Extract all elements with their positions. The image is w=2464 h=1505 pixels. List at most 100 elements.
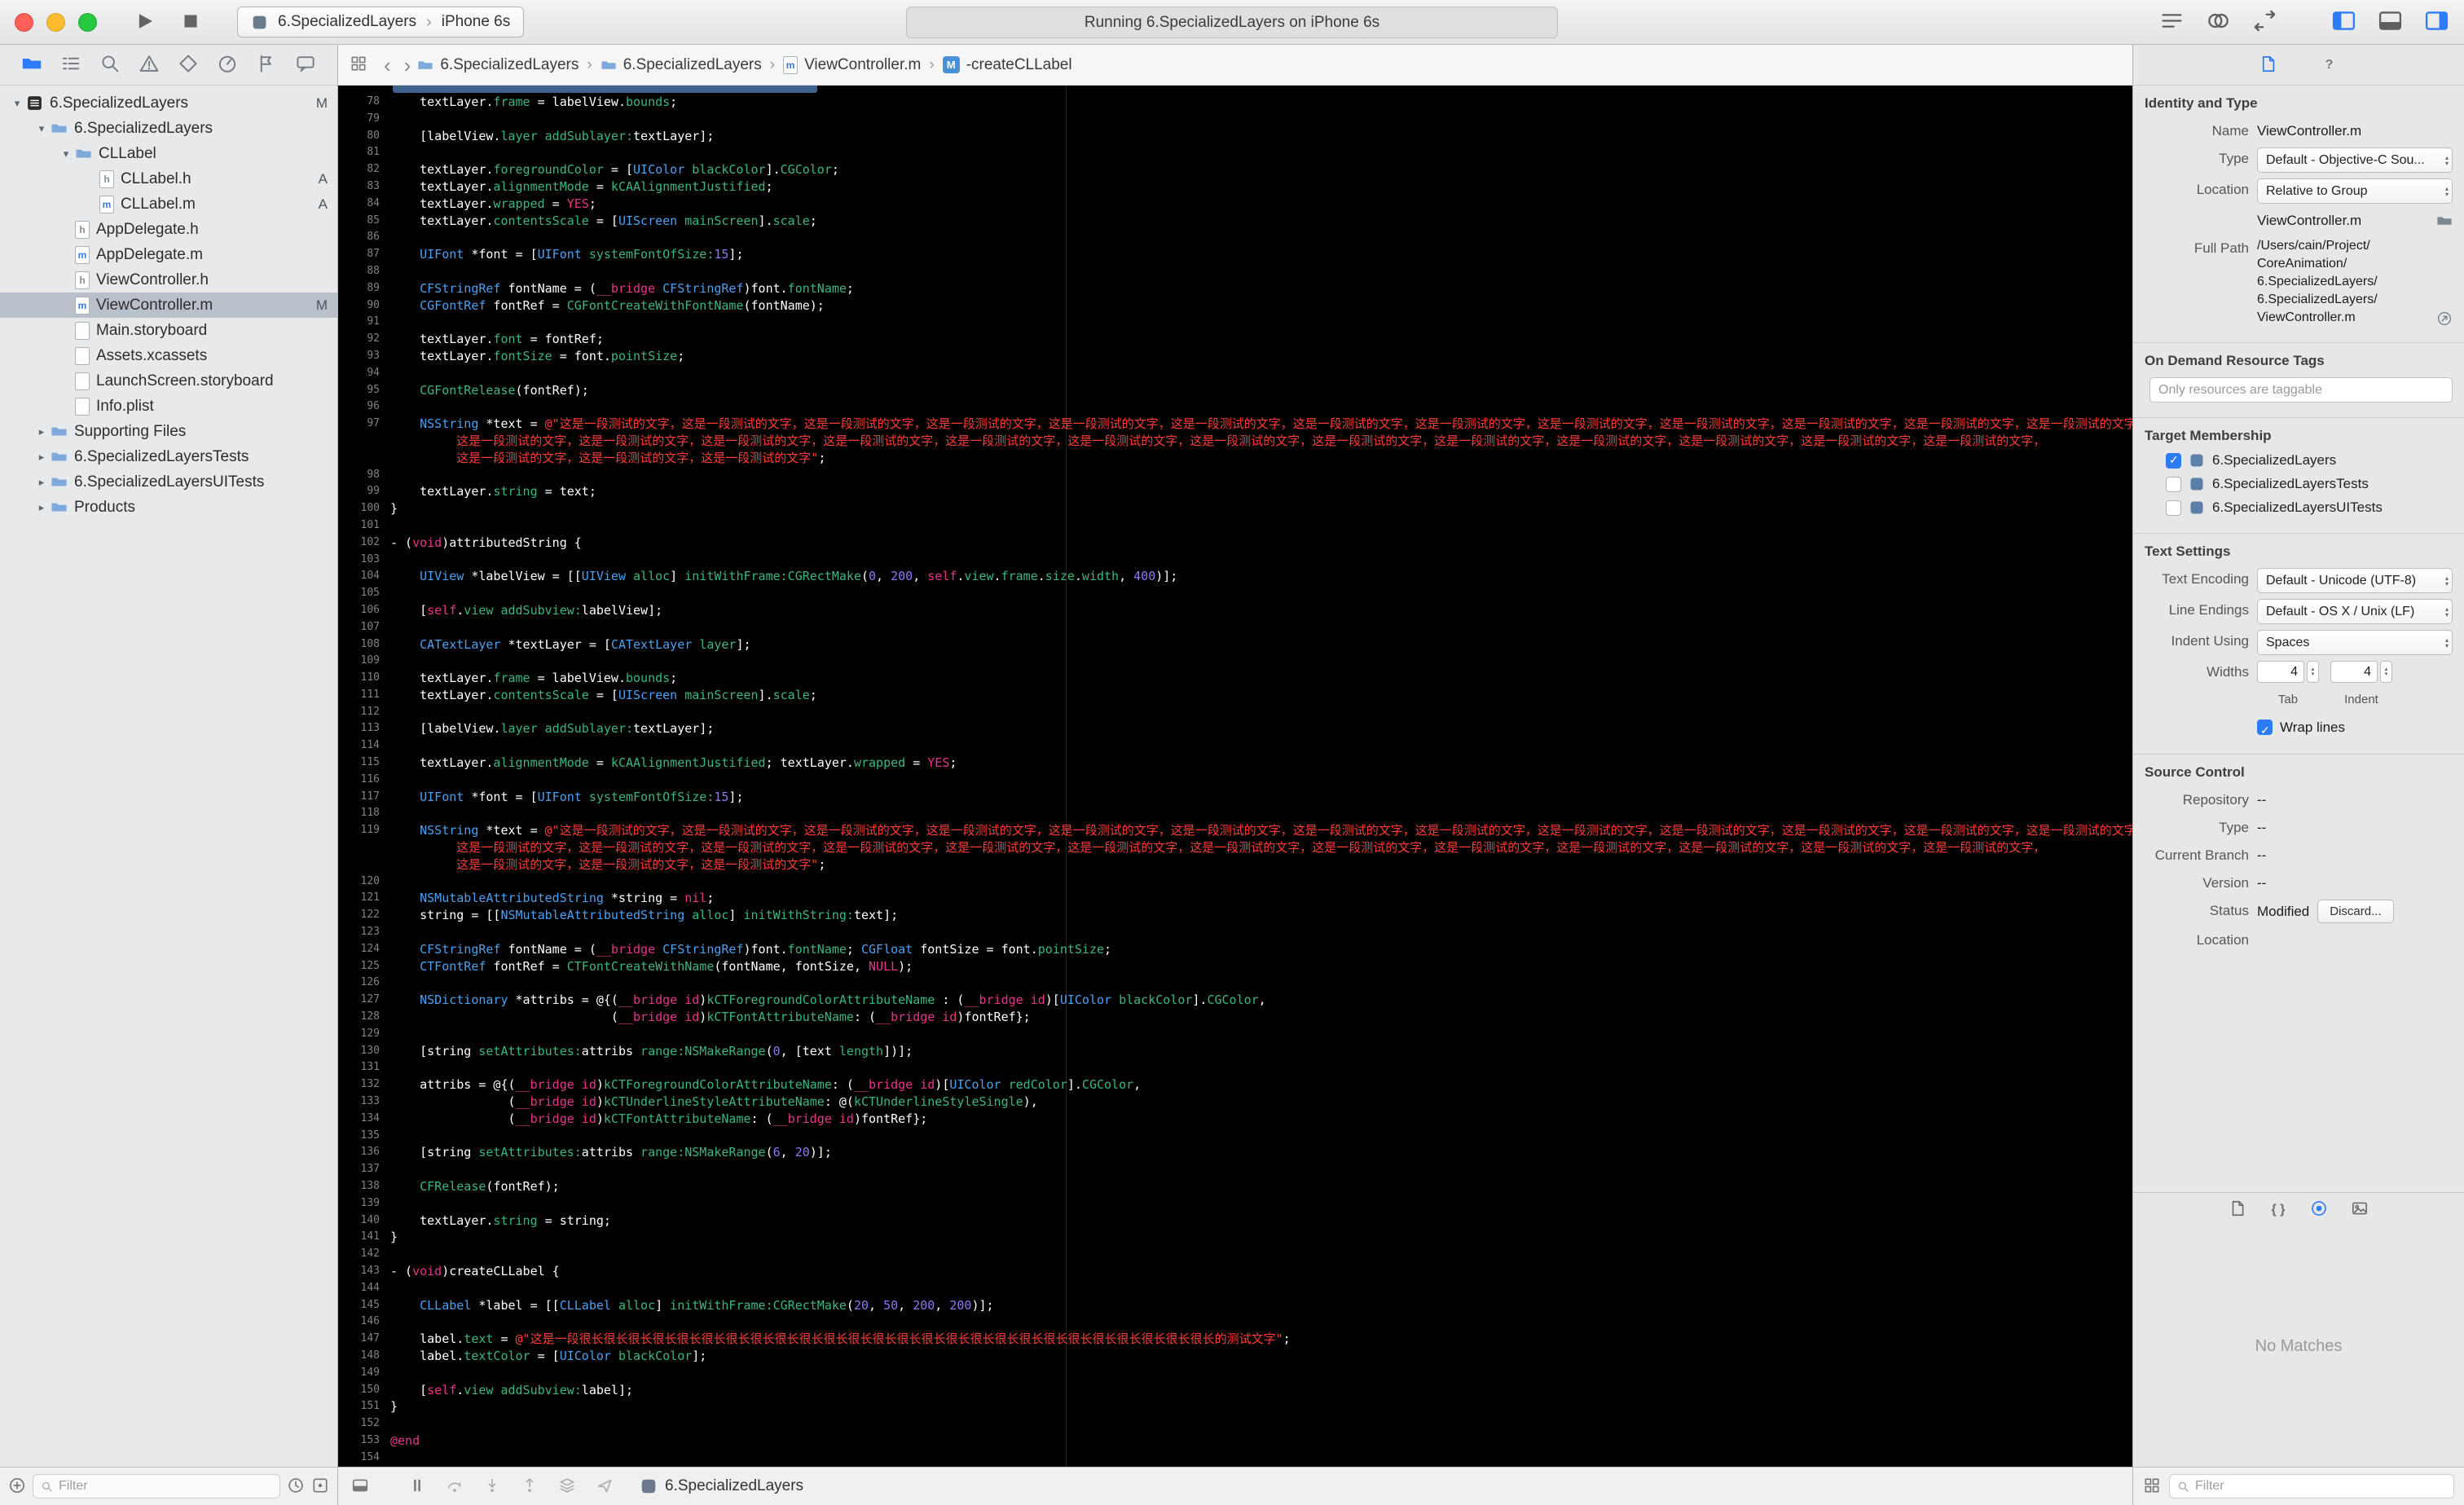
tree-item-viewcontroller-h[interactable]: h ViewController.h — [0, 267, 337, 293]
code-line[interactable]: 109 — [338, 653, 2132, 670]
odr-tags-field[interactable]: Only resources are taggable — [2149, 377, 2453, 403]
tree-item-viewcontroller-m[interactable]: m ViewController.m M — [0, 293, 337, 318]
toggle-debug-area-button[interactable] — [2378, 8, 2403, 36]
code-line[interactable]: 99 textLayer.string = text; — [338, 483, 2132, 500]
code-line[interactable]: 这是一段测试的文字，这是一段测试的文字，这是一段测试的文字"; — [338, 856, 2132, 874]
tree-item-cllabel[interactable]: ▾ CLLabel — [0, 141, 337, 166]
code-line[interactable]: 126 — [338, 975, 2132, 992]
code-line[interactable]: 78 textLayer.frame = labelView.bounds; — [338, 94, 2132, 111]
disclosure-triangle-icon[interactable]: ▾ — [8, 97, 26, 110]
code-line[interactable]: 132 attribs = @{(__bridge id)kCTForegroun… — [338, 1076, 2132, 1094]
code-line[interactable]: 123 — [338, 924, 2132, 941]
code-line[interactable]: 154 — [338, 1450, 2132, 1467]
disclosure-triangle-icon[interactable]: ▸ — [33, 501, 51, 514]
code-line[interactable]: 104 UIView *labelView = [[UIView alloc] i… — [338, 568, 2132, 585]
code-line[interactable]: 138 CFRelease(fontRef); — [338, 1178, 2132, 1195]
zoom-button[interactable] — [78, 12, 97, 32]
run-button[interactable] — [134, 11, 156, 34]
code-line[interactable]: 136 [string setAttributes:attribs range:N… — [338, 1144, 2132, 1161]
code-line[interactable]: 这是一段测试的文字，这是一段测试的文字，这是一段测试的文字，这是一段测试的文字，… — [338, 433, 2132, 450]
indent-width-field[interactable]: 4 — [2330, 661, 2378, 683]
code-line[interactable]: 105 — [338, 585, 2132, 602]
tree-item-info-plist[interactable]: Info.plist — [0, 394, 337, 419]
disclosure-triangle-icon[interactable]: ▾ — [33, 122, 51, 135]
code-line[interactable]: 97 NSString *text = @"这是一段测试的文字，这是一段测试的文字… — [338, 416, 2132, 433]
tab-width-stepper[interactable]: ▴ ▾ — [2307, 661, 2319, 683]
code-line[interactable]: 150 [self.view addSubview:label]; — [338, 1382, 2132, 1399]
test-navigator[interactable] — [178, 53, 199, 77]
code-line[interactable]: 139 — [338, 1195, 2132, 1212]
code-line[interactable]: 111 textLayer.contentsScale = [UIScreen m… — [338, 687, 2132, 704]
step-out-button[interactable] — [521, 1476, 539, 1497]
target-checkbox[interactable] — [2166, 452, 2181, 469]
code-line[interactable]: 90 CGFontRef fontRef = CGFontCreateWithFo… — [338, 297, 2132, 315]
code-line[interactable]: 140 textLayer.string = string; — [338, 1212, 2132, 1230]
tab-width-field[interactable]: 4 — [2257, 661, 2304, 683]
disclosure-triangle-icon[interactable]: ▸ — [33, 476, 51, 489]
tree-item-appdelegate-m[interactable]: m AppDelegate.m — [0, 242, 337, 267]
tree-item-main-storyboard[interactable]: Main.storyboard — [0, 318, 337, 343]
code-line[interactable]: 91 — [338, 314, 2132, 331]
code-line[interactable]: 88 — [338, 263, 2132, 280]
version-editor-button[interactable] — [2252, 8, 2277, 36]
minimize-button[interactable] — [46, 12, 65, 32]
code-line[interactable]: 114 — [338, 737, 2132, 755]
close-button[interactable] — [15, 12, 33, 32]
tree-item-6-specializedlayerstests[interactable]: ▸ 6.SpecializedLayersTests — [0, 444, 337, 469]
related-items-button[interactable] — [350, 55, 367, 75]
name-field[interactable]: ViewController.m — [2257, 120, 2453, 142]
tree-item-cllabel-h[interactable]: h CLLabel.h A — [0, 166, 337, 191]
code-line[interactable]: 141} — [338, 1229, 2132, 1246]
code-line[interactable]: 128 (__bridge id)kCTFontAttributeName: (_… — [338, 1009, 2132, 1026]
code-line[interactable]: 113 [labelView.layer addSublayer:textLaye… — [338, 720, 2132, 737]
go-back-button[interactable]: ‹ — [384, 55, 391, 76]
code-line[interactable]: 92 textLayer.font = fontRef; — [338, 331, 2132, 348]
code-line[interactable]: 80 [labelView.layer addSublayer:textLayer… — [338, 128, 2132, 145]
encoding-popup[interactable]: Default - Unicode (UTF-8) ▴ ▾ — [2257, 568, 2453, 593]
toggle-navigator-button[interactable] — [2331, 8, 2356, 36]
tree-item-cllabel-m[interactable]: m CLLabel.m A — [0, 191, 337, 217]
code-line[interactable]: 103 — [338, 552, 2132, 569]
code-line[interactable]: 100} — [338, 500, 2132, 517]
code-line[interactable]: 122 string = [[NSMutableAttributedString … — [338, 907, 2132, 924]
project-navigator[interactable] — [21, 53, 42, 77]
tree-item-6-specializedlayers[interactable]: ▾ 6.SpecializedLayers — [0, 116, 337, 141]
code-line[interactable]: 151} — [338, 1398, 2132, 1415]
file-template-library[interactable] — [2229, 1199, 2246, 1220]
code-line[interactable]: 112 — [338, 704, 2132, 721]
wrap-lines-checkbox[interactable] — [2257, 719, 2273, 741]
toggle-utilities-button[interactable] — [2424, 8, 2449, 36]
breakpoint-navigator[interactable] — [256, 53, 277, 77]
code-line[interactable]: 118 — [338, 805, 2132, 822]
scheme-selector[interactable]: 6.SpecializedLayers › iPhone 6s — [237, 7, 525, 37]
navigator-filter-field[interactable]: Filter — [33, 1474, 280, 1498]
hide-debug-area[interactable] — [351, 1476, 369, 1497]
code-line[interactable]: 127 NSDictionary *attribs = @{(__bridge i… — [338, 992, 2132, 1009]
code-line[interactable]: 152 — [338, 1415, 2132, 1432]
code-line[interactable]: 130 [string setAttributes:attribs range:N… — [338, 1043, 2132, 1060]
goto-path-icon[interactable] — [2436, 310, 2453, 327]
code-line[interactable]: 89 CFStringRef fontName = (__bridge CFStr… — [338, 280, 2132, 297]
symbol-navigator[interactable] — [60, 53, 81, 77]
recent-files-button[interactable] — [287, 1476, 305, 1497]
tree-item-launchscreen-storyboard[interactable]: LaunchScreen.storyboard — [0, 368, 337, 394]
code-line[interactable]: 148 label.textColor = [UIColor blackColor… — [338, 1348, 2132, 1365]
code-line[interactable]: 117 UIFont *font = [UIFont systemFontOfSi… — [338, 789, 2132, 806]
source-editor[interactable]: 78 textLayer.frame = labelView.bounds; 79 8… — [338, 86, 2132, 1467]
code-line[interactable]: 这是一段测试的文字，这是一段测试的文字，这是一段测试的文字，这是一段测试的文字，… — [338, 839, 2132, 856]
code-line[interactable]: 134 (__bridge id)kCTFontAttributeName: (_… — [338, 1111, 2132, 1128]
line-endings-popup[interactable]: Default - OS X / Unix (LF) ▴ ▾ — [2257, 599, 2453, 624]
breadcrumb-item[interactable]: M -createCLLabel — [942, 56, 1072, 74]
breadcrumb-item[interactable]: m ViewController.m — [783, 55, 921, 74]
tree-item-supporting-files[interactable]: ▸ Supporting Files — [0, 419, 337, 444]
file-inspector-tab[interactable] — [2259, 55, 2277, 76]
view-hierarchy-button[interactable] — [558, 1476, 576, 1497]
code-line[interactable]: 102- (void)attributedString { — [338, 535, 2132, 552]
stop-button[interactable] — [180, 11, 201, 34]
target-checkbox[interactable] — [2166, 476, 2181, 492]
code-line[interactable]: 93 textLayer.fontSize = font.pointSize; — [338, 348, 2132, 365]
target-checkbox[interactable] — [2166, 499, 2181, 516]
code-line[interactable]: 这是一段测试的文字，这是一段测试的文字，这是一段测试的文字"; — [338, 450, 2132, 467]
code-line[interactable]: 153 @end — [338, 1432, 2132, 1450]
tree-item-6-specializedlayers[interactable]: ▾ 6.SpecializedLayers M — [0, 90, 337, 116]
